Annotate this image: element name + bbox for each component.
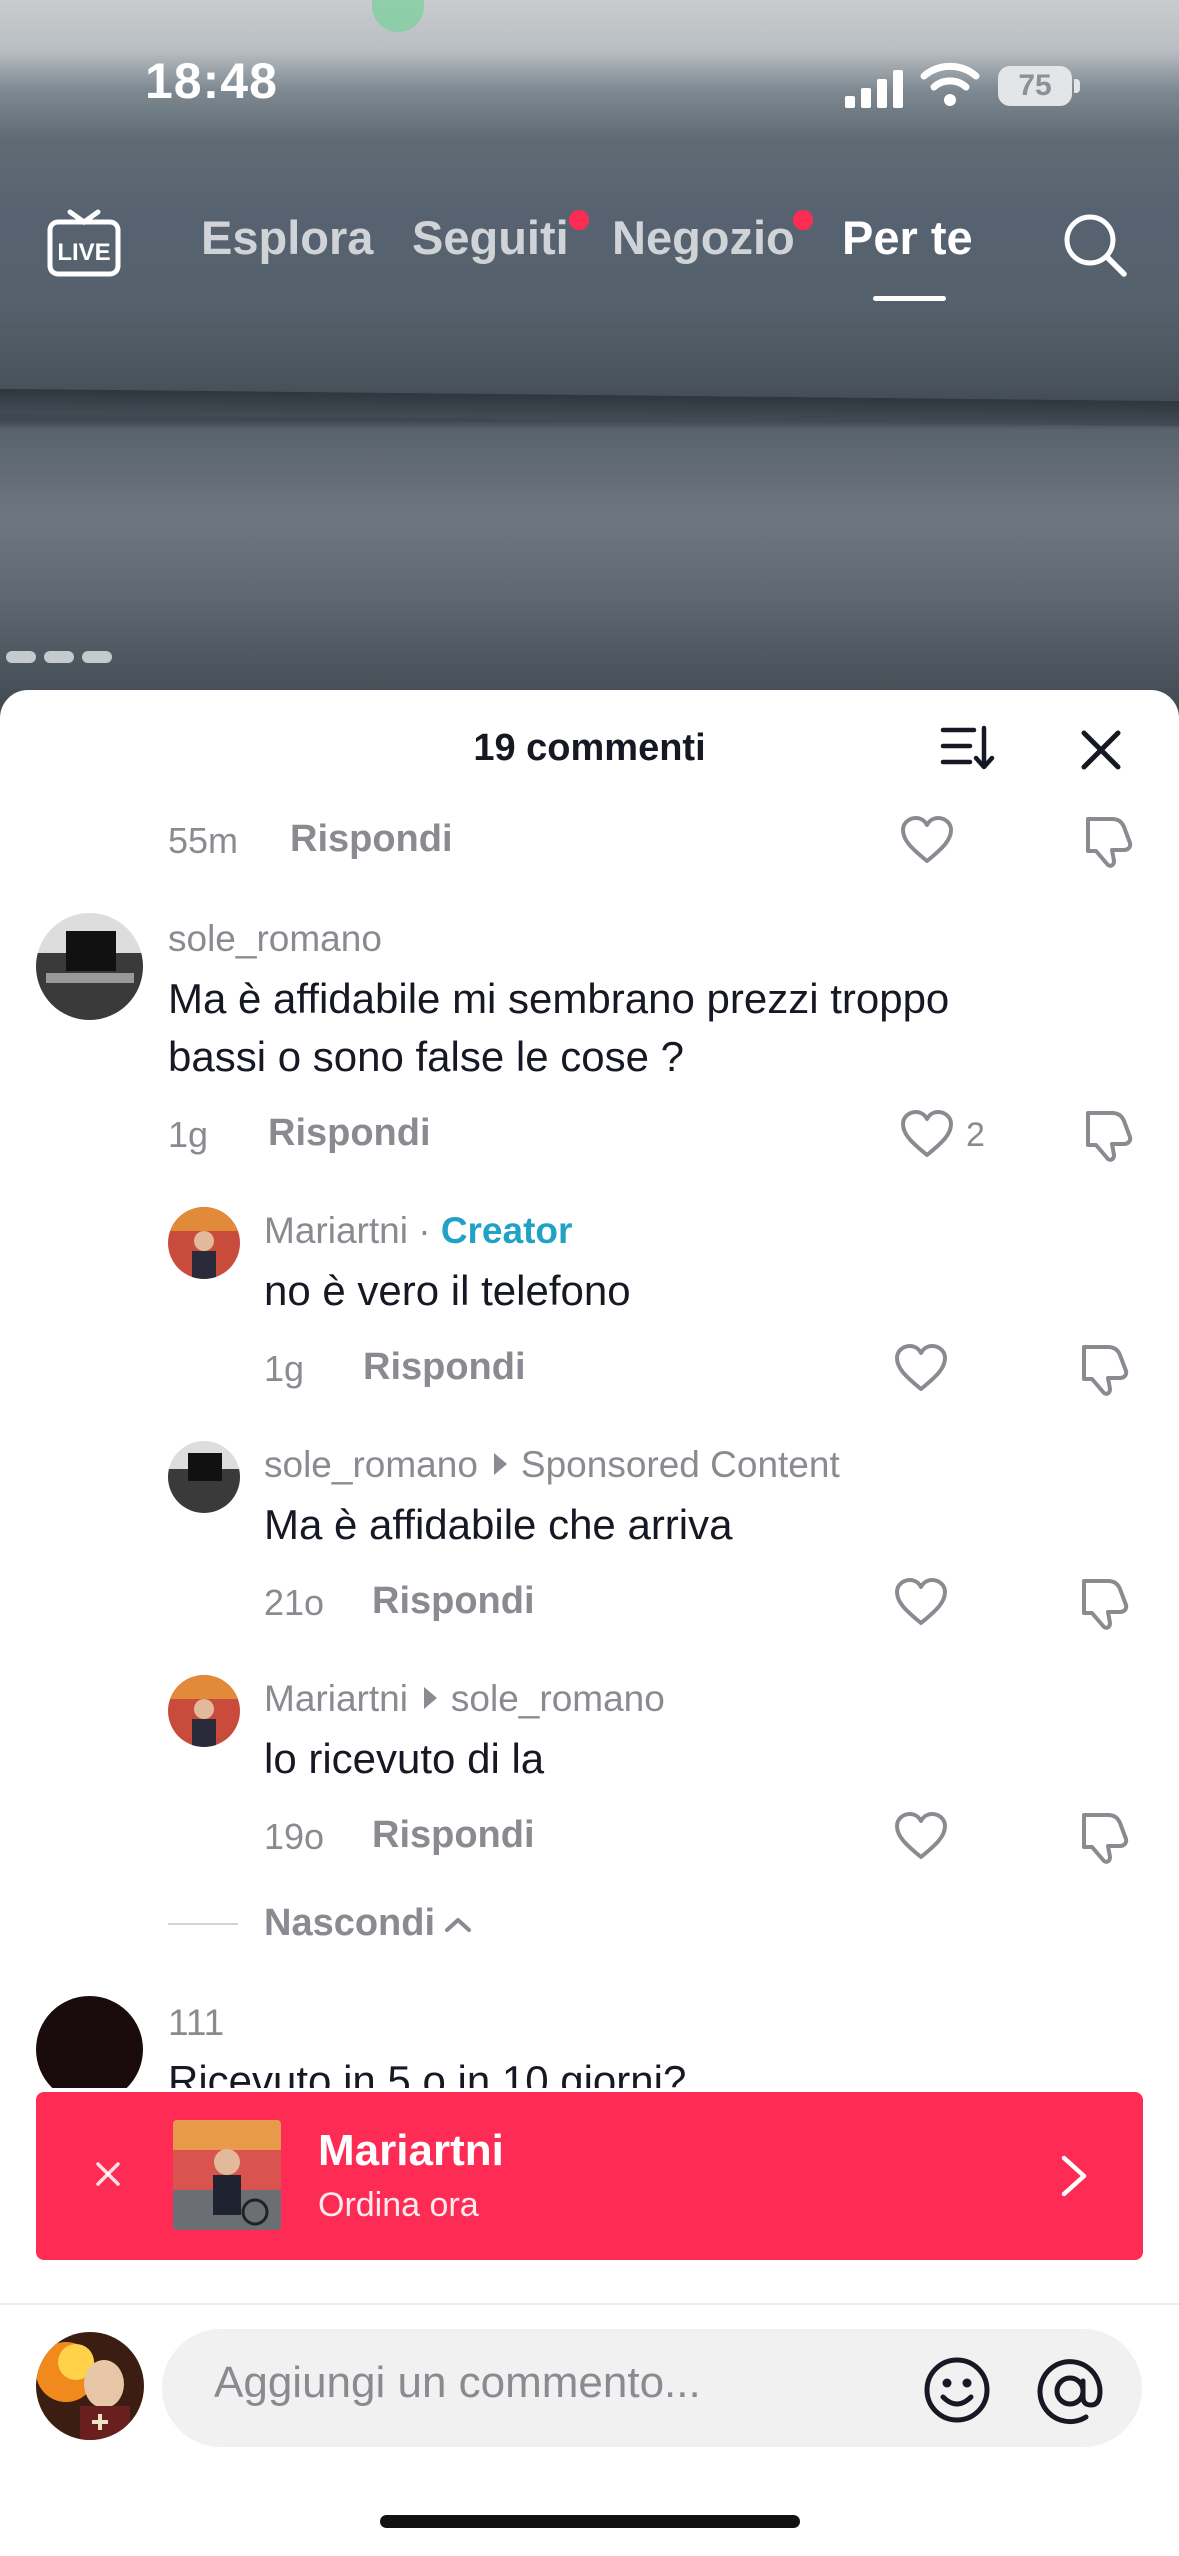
heart-icon[interactable] [893,1343,949,1393]
comment-time: 19o [264,1816,325,1857]
comment-text: bassi o sono false le cose ? [168,1033,684,1080]
divider [168,1923,238,1925]
divider [0,2303,1179,2305]
dislike-icon[interactable] [1074,1341,1130,1397]
avatar[interactable] [168,1441,240,1513]
creator-badge: Creator [440,1210,573,1251]
tab-esplora[interactable]: Esplora [201,210,373,265]
dislike-icon[interactable] [1074,1575,1130,1631]
comment-time: 55m [168,820,239,861]
comment-username-line: Mariartni · Creator [264,1210,572,1252]
home-indicator[interactable] [380,2515,800,2528]
notification-dot [793,210,813,230]
heart-icon[interactable] [893,1577,949,1627]
seller-name[interactable]: Mariartni [318,2126,504,2176]
dislike-icon[interactable] [1078,813,1134,869]
comment-username-line: Mariartni sole_romano [264,1678,665,1720]
notification-dot [569,210,589,230]
reply-button[interactable]: Rispondi [372,1814,535,1857]
dislike-icon[interactable] [1074,1809,1130,1865]
comment-input-placeholder[interactable]: Aggiungi un commento... [214,2358,701,2408]
active-tab-indicator [873,296,946,301]
heart-icon[interactable] [893,1811,949,1861]
heart-icon[interactable] [899,1109,955,1159]
comment-time: 21o [264,1582,325,1623]
avatar[interactable] [168,1675,240,1747]
comment-text: Ma è affidabile che arriva [264,1501,733,1548]
battery-indicator: 75 [998,66,1072,106]
close-icon[interactable] [1076,725,1126,775]
comment-username-line: sole_romano Sponsored Content [264,1444,840,1486]
reply-button[interactable]: Rispondi [268,1112,431,1155]
heart-icon[interactable] [899,815,955,865]
comment-text: lo ricevuto di la [264,1735,545,1782]
status-time: 18:48 [145,53,278,109]
reply-to-username[interactable]: sole_romano [451,1678,665,1719]
sort-icon[interactable] [940,722,996,774]
search-icon[interactable] [1062,212,1128,278]
reply-button[interactable]: Rispondi [363,1346,526,1389]
comment-username[interactable]: Mariartni [264,1678,408,1719]
chevron-right-icon[interactable] [1056,2150,1092,2202]
tab-per-te[interactable]: Per te [842,210,973,265]
comment-username[interactable]: sole_romano [168,918,382,960]
separator: · [407,1210,441,1251]
avatar[interactable] [36,913,143,1020]
reply-arrow-icon [423,1687,437,1710]
reply-arrow-icon [493,1453,507,1476]
at-icon[interactable] [1034,2355,1106,2427]
battery-tip [1074,79,1080,93]
comment-username[interactable]: sole_romano [264,1444,478,1485]
reply-button[interactable]: Rispondi [372,1580,535,1623]
svg-text:LIVE: LIVE [57,239,110,266]
wifi-icon [920,62,980,106]
tab-seguiti[interactable]: Seguiti [412,210,569,265]
cellular-signal-icon [845,68,905,108]
avatar[interactable] [168,1207,240,1279]
my-avatar [36,2332,144,2440]
order-now-label[interactable]: Ordina ora [318,2186,479,2225]
comment-username[interactable]: 111 [168,2002,224,2044]
product-thumbnail[interactable] [173,2120,281,2230]
live-icon[interactable]: LIVE [46,208,122,280]
comment-text: Ma è affidabile mi sembrano prezzi tropp… [168,975,950,1022]
close-icon[interactable] [86,2152,130,2196]
hide-replies-button[interactable]: Nascondi [264,1902,473,1945]
reply-to-username[interactable]: Sponsored Content [521,1444,840,1485]
like-count: 2 [966,1116,985,1154]
emoji-icon[interactable] [922,2355,992,2425]
avatar[interactable] [36,1996,143,2103]
comment-time: 1g [168,1114,209,1155]
comment-text: no è vero il telefono [264,1267,631,1314]
dislike-icon[interactable] [1078,1107,1134,1163]
tab-negozio[interactable]: Negozio [612,210,795,265]
video-background-detail [0,645,150,669]
reply-button[interactable]: Rispondi [290,818,453,861]
comment-time: 1g [264,1348,305,1389]
comments-count-title: 19 commenti [473,727,706,769]
status-bar: 18:48 75 [0,0,1179,170]
comment-username[interactable]: Mariartni [264,1210,408,1251]
chevron-up-icon [445,1917,472,1932]
